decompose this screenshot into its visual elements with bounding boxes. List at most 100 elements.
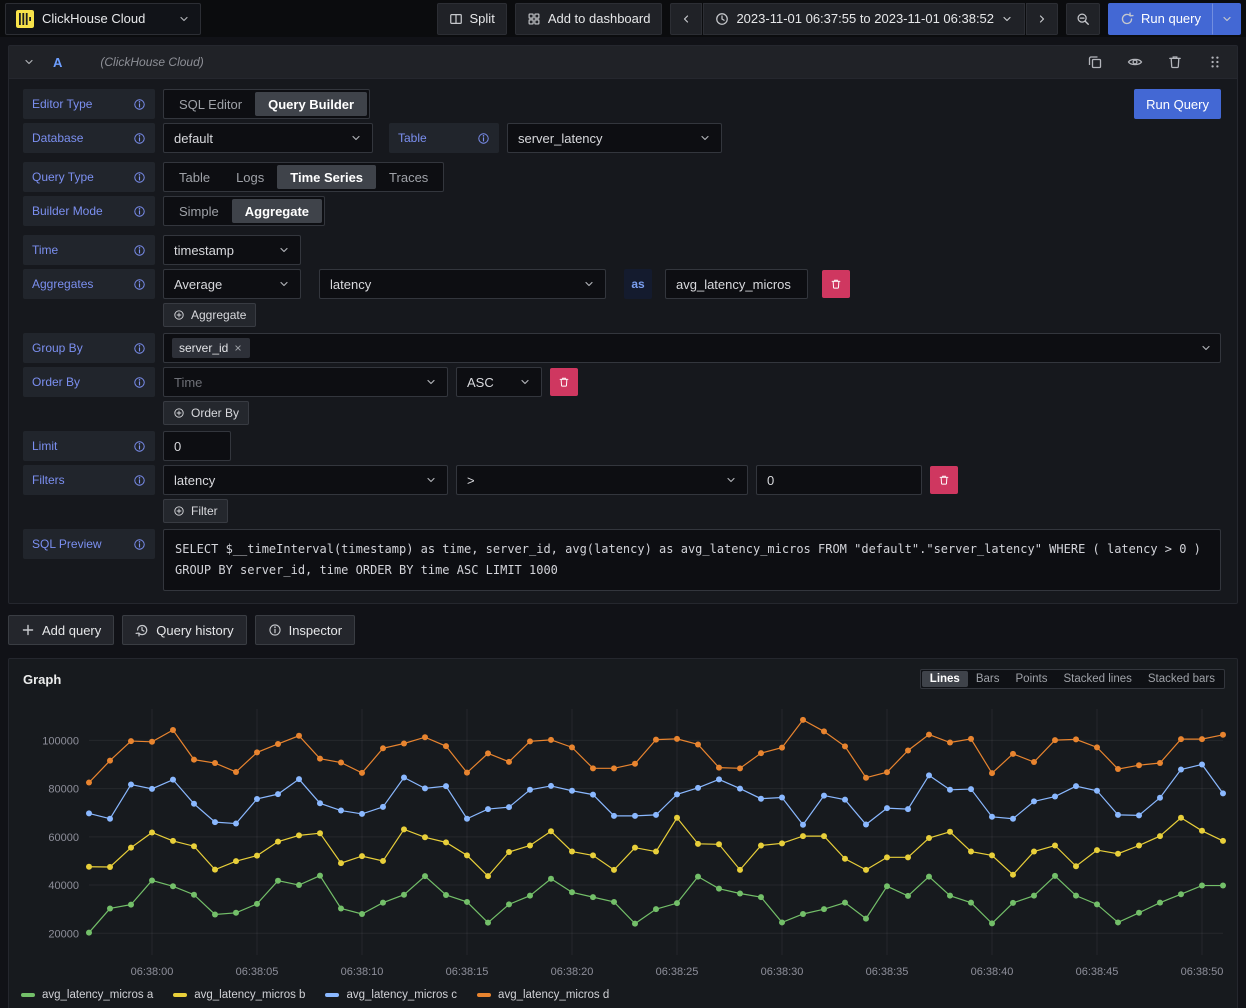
query-type-logs[interactable]: Logs — [223, 165, 277, 189]
viz-lines[interactable]: Lines — [922, 671, 968, 687]
info-icon[interactable] — [133, 376, 146, 389]
aggregate-alias-input[interactable]: avg_latency_micros — [665, 269, 808, 299]
viz-stacked-lines[interactable]: Stacked lines — [1055, 671, 1139, 687]
filter-column-select[interactable]: latency — [163, 465, 448, 495]
viz-stacked-bars[interactable]: Stacked bars — [1140, 671, 1223, 687]
legend-label[interactable]: avg_latency_micros b — [194, 989, 305, 1001]
explore-toolbar: ClickHouse Cloud Split Add to dashboard … — [0, 0, 1246, 37]
viz-points[interactable]: Points — [1008, 671, 1056, 687]
add-filter-button[interactable]: Filter — [163, 499, 228, 523]
run-query-interval-button[interactable] — [1213, 3, 1241, 35]
query-type-switch: Table Logs Time Series Traces — [163, 162, 444, 192]
remove-filter-button[interactable] — [930, 466, 958, 494]
add-aggregate-button[interactable]: Aggregate — [163, 303, 256, 327]
info-icon[interactable] — [133, 474, 146, 487]
query-editor-panel: A (ClickHouse Cloud) Editor Type SQL Edi… — [8, 45, 1238, 604]
database-select[interactable]: default — [163, 123, 373, 153]
time-forward-button[interactable] — [1026, 3, 1058, 35]
remove-aggregate-button[interactable] — [822, 270, 850, 298]
clickhouse-logo-icon — [16, 10, 34, 28]
legend-item[interactable]: avg_latency_micros b — [173, 989, 305, 1001]
editor-type-query-builder[interactable]: Query Builder — [255, 92, 367, 116]
editor-run-query-button[interactable]: Run Query — [1134, 89, 1221, 119]
add-query-button[interactable]: Add query — [8, 615, 114, 645]
remove-order-by-button[interactable] — [550, 368, 578, 396]
time-range-button[interactable]: 2023-11-01 06:37:55 to 2023-11-01 06:38:… — [703, 3, 1025, 35]
table-select[interactable]: server_latency — [507, 123, 722, 153]
legend-label[interactable]: avg_latency_micros d — [498, 989, 609, 1001]
time-picker-group: 2023-11-01 06:37:55 to 2023-11-01 06:38:… — [670, 3, 1058, 35]
info-icon[interactable] — [477, 132, 490, 145]
builder-mode-simple[interactable]: Simple — [166, 199, 232, 223]
order-by-direction-select[interactable]: ASC — [456, 367, 542, 397]
query-type-time-series[interactable]: Time Series — [277, 165, 376, 189]
info-icon[interactable] — [133, 205, 146, 218]
query-type-table[interactable]: Table — [166, 165, 223, 189]
chevron-down-icon — [350, 132, 362, 144]
legend-item[interactable]: avg_latency_micros a — [21, 989, 153, 1001]
info-icon[interactable] — [133, 440, 146, 453]
svg-text:06:38:25: 06:38:25 — [656, 966, 699, 978]
chevron-down-icon — [1200, 342, 1212, 354]
chevron-down-icon — [583, 278, 595, 290]
add-order-by-button[interactable]: Order By — [163, 401, 249, 425]
remove-chip-icon[interactable] — [233, 343, 243, 353]
legend-label[interactable]: avg_latency_micros a — [42, 989, 153, 1001]
run-query-button[interactable]: Run query — [1108, 3, 1213, 35]
legend-item[interactable]: avg_latency_micros d — [477, 989, 609, 1001]
chevron-down-icon — [278, 244, 290, 256]
editor-type-sql-editor[interactable]: SQL Editor — [166, 92, 255, 116]
chevron-down-icon — [178, 13, 190, 25]
hide-query-icon[interactable] — [1127, 54, 1143, 70]
info-icon[interactable] — [133, 278, 146, 291]
datasource-picker[interactable]: ClickHouse Cloud — [5, 3, 201, 35]
row-time: Time timestamp — [23, 235, 1221, 265]
time-series-chart[interactable]: 06:38:0006:38:0506:38:1006:38:1506:38:20… — [13, 695, 1235, 987]
chevron-down-icon — [1001, 13, 1013, 25]
info-icon[interactable] — [133, 132, 146, 145]
aggregate-function-select[interactable]: Average — [163, 269, 301, 299]
query-type-traces[interactable]: Traces — [376, 165, 441, 189]
info-icon[interactable] — [133, 538, 146, 551]
delete-query-icon[interactable] — [1167, 54, 1183, 70]
aggregate-column-select[interactable]: latency — [319, 269, 606, 299]
order-by-column-select[interactable]: Time — [163, 367, 448, 397]
info-icon[interactable] — [133, 342, 146, 355]
chevron-down-icon — [278, 278, 290, 290]
svg-text:80000: 80000 — [48, 784, 79, 796]
row-aggregates: Aggregates Average latency as avg_latenc… — [23, 269, 1221, 299]
inspector-button[interactable]: Inspector — [255, 615, 355, 645]
zoom-out-icon — [1076, 12, 1090, 26]
query-history-button[interactable]: Query history — [122, 615, 246, 645]
info-icon[interactable] — [133, 98, 146, 111]
legend-item[interactable]: avg_latency_micros c — [325, 989, 457, 1001]
viz-bars[interactable]: Bars — [968, 671, 1008, 687]
group-by-multiselect[interactable]: server_id — [163, 333, 1221, 363]
time-back-button[interactable] — [670, 3, 702, 35]
time-column-select[interactable]: timestamp — [163, 235, 301, 265]
svg-text:06:38:30: 06:38:30 — [761, 966, 804, 978]
row-add-filter: Filter — [23, 499, 1221, 523]
drag-handle-icon[interactable] — [1207, 54, 1223, 70]
limit-input[interactable]: 0 — [163, 431, 231, 461]
filter-value-input[interactable]: 0 — [756, 465, 922, 495]
zoom-out-button[interactable] — [1066, 3, 1100, 35]
filter-operator-select[interactable]: > — [456, 465, 748, 495]
info-icon[interactable] — [133, 244, 146, 257]
builder-mode-aggregate[interactable]: Aggregate — [232, 199, 322, 223]
split-button[interactable]: Split — [437, 3, 507, 35]
group-by-label: Group By — [23, 333, 155, 363]
builder-mode-label: Builder Mode — [23, 196, 155, 226]
chevron-down-icon — [725, 474, 737, 486]
as-badge: as — [624, 269, 652, 299]
circle-plus-icon — [173, 407, 185, 419]
duplicate-query-icon[interactable] — [1087, 54, 1103, 70]
collapse-chevron-icon[interactable] — [23, 56, 35, 68]
legend-label[interactable]: avg_latency_micros c — [346, 989, 457, 1001]
info-icon[interactable] — [133, 171, 146, 184]
svg-text:06:38:45: 06:38:45 — [1076, 966, 1119, 978]
add-to-dashboard-button[interactable]: Add to dashboard — [515, 3, 663, 35]
sql-preview-label: SQL Preview — [23, 529, 155, 559]
svg-text:06:38:05: 06:38:05 — [236, 966, 279, 978]
query-row-header[interactable]: A (ClickHouse Cloud) — [9, 46, 1237, 79]
